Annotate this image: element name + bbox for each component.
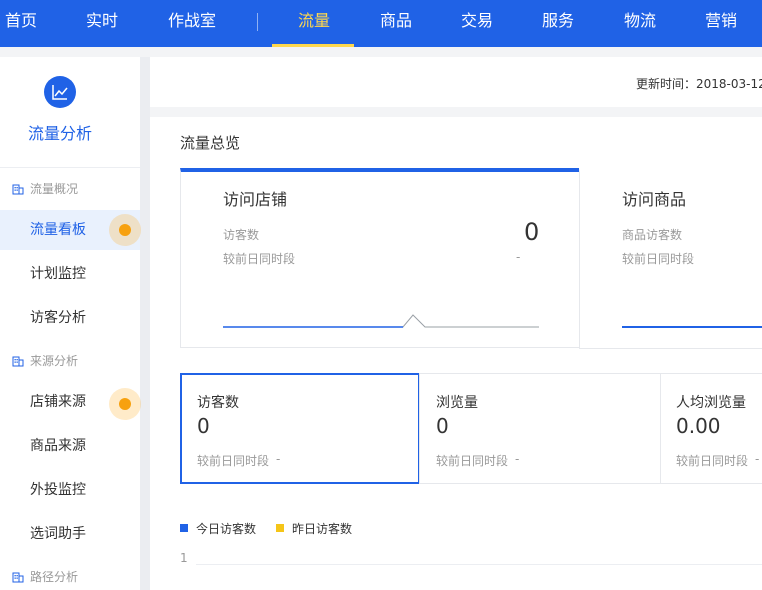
sidebar-group-path-analysis: 路径分析	[12, 568, 78, 585]
nav-logistics[interactable]: 物流	[624, 0, 656, 47]
sidebar-group-traffic-overview: 流量概况	[12, 180, 78, 197]
sidebar-group-source-analysis: 来源分析	[12, 352, 78, 369]
line-chart-icon	[52, 85, 68, 100]
nav-war-room[interactable]: 作战室	[168, 0, 216, 47]
nav-trade[interactable]: 交易	[461, 0, 493, 47]
nav-service[interactable]: 服务	[542, 0, 574, 47]
card-metric-value: 0	[524, 218, 540, 246]
sidebar-item-external-monitor[interactable]: 外投监控	[0, 470, 140, 510]
metric-compare-label: 较前日同时段	[676, 454, 749, 468]
metric-card-visitors[interactable]: 访客数 0 较前日同时段 -	[180, 373, 420, 484]
sidebar-item-keyword-helper[interactable]: 选词助手	[0, 514, 140, 554]
card-title: 访问商品	[622, 190, 687, 209]
metric-label: 访客数	[197, 395, 239, 411]
building-icon	[12, 572, 24, 583]
sidebar-item-visitor-analysis[interactable]: 访客分析	[0, 298, 140, 338]
overview-title: 流量总览	[180, 134, 241, 152]
building-icon	[12, 184, 24, 195]
product-trend-line	[622, 326, 762, 328]
legend-yesterday[interactable]: 昨日访客数	[292, 520, 352, 537]
building-icon	[12, 356, 24, 367]
card-compare-label: 较前日同时段	[622, 252, 695, 266]
sidebar-group-label: 来源分析	[30, 354, 79, 368]
sidebar-item-product-source[interactable]: 商品来源	[0, 426, 140, 466]
sidebar-scroll-gutter	[140, 57, 150, 590]
card-compare-value: -	[516, 250, 521, 264]
update-time: 更新时间：2018-03-12	[636, 77, 762, 91]
card-metric-label: 访客数	[223, 228, 260, 242]
nav-traffic[interactable]: 流量	[298, 0, 330, 47]
traffic-analysis-logo	[44, 76, 76, 108]
metric-compare-value: -	[515, 452, 520, 466]
chart-grid-line	[196, 564, 762, 565]
metric-label: 浏览量	[436, 395, 478, 411]
chart-y-tick: 1	[180, 551, 188, 565]
sidebar-group-label: 流量概况	[30, 182, 79, 196]
metric-value: 0	[197, 414, 210, 438]
store-trend-line	[223, 314, 539, 328]
nav-realtime[interactable]: 实时	[86, 0, 118, 47]
card-compare-label: 较前日同时段	[223, 252, 296, 266]
metric-card-pageviews[interactable]: 浏览量 0 较前日同时段 -	[419, 373, 661, 484]
overview-card-product[interactable]: 访问商品 商品访客数 较前日同时段	[579, 168, 762, 349]
metric-compare-value: -	[276, 452, 281, 466]
metric-value: 0.00	[676, 414, 721, 438]
metric-compare-label: 较前日同时段	[197, 454, 270, 468]
nav-products[interactable]: 商品	[380, 0, 412, 47]
top-nav: 首页 实时 作战室 流量 商品 交易 服务 物流 营销	[0, 0, 762, 47]
legend-swatch-yesterday	[276, 524, 284, 532]
sidebar-divider	[0, 167, 140, 168]
status-dot-core	[119, 398, 131, 410]
metric-label: 人均浏览量	[676, 395, 746, 411]
card-title: 访问店铺	[223, 190, 288, 209]
legend-swatch-today	[180, 524, 188, 532]
legend-today[interactable]: 今日访客数	[196, 520, 256, 537]
sidebar-item-plan-monitor[interactable]: 计划监控	[0, 254, 140, 294]
sidebar-title: 流量分析	[27, 124, 92, 143]
nav-marketing[interactable]: 营销	[705, 0, 737, 47]
status-dot-core	[119, 224, 131, 236]
metric-value: 0	[436, 414, 449, 438]
metric-compare-label: 较前日同时段	[436, 454, 509, 468]
metric-compare-value: -	[755, 452, 760, 466]
overview-card-store[interactable]: 访问店铺 访客数 0 较前日同时段 -	[180, 168, 580, 348]
nav-home[interactable]: 首页	[5, 0, 37, 47]
nav-separator	[257, 13, 258, 31]
card-metric-label: 商品访客数	[622, 228, 683, 242]
sidebar-group-label: 路径分析	[30, 570, 79, 584]
status-dot	[109, 388, 141, 420]
nav-active-indicator	[272, 44, 354, 47]
metric-card-avg-pageviews[interactable]: 人均浏览量 0.00 较前日同时段 -	[660, 373, 762, 484]
status-dot	[109, 214, 141, 246]
